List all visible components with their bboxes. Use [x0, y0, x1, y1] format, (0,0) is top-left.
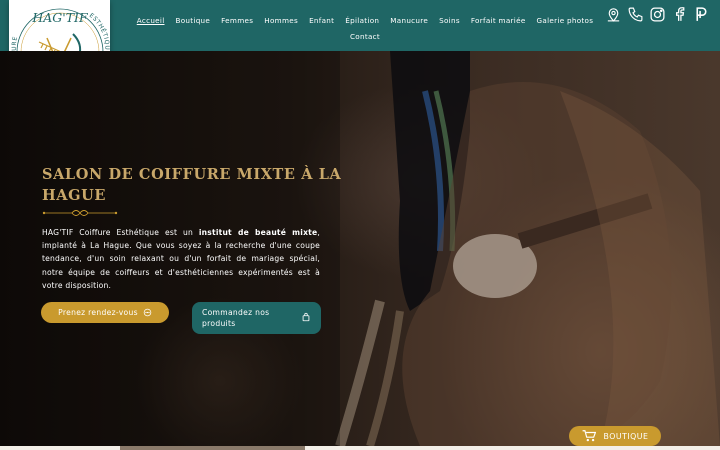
- bottom-section-image: [120, 446, 305, 450]
- social-links: [605, 6, 710, 23]
- nav-item-accueil[interactable]: Accueil: [131, 16, 170, 25]
- nav-item-contact[interactable]: Contact: [344, 32, 385, 41]
- nav-item-manucure[interactable]: Manucure: [385, 16, 434, 25]
- nav-item-galerie-photos[interactable]: Galerie photos: [531, 16, 599, 25]
- hero-banner: SALON DE COIFFURE MIXTE À LA HAGUE HAG'T…: [0, 51, 720, 446]
- phone-icon[interactable]: [627, 6, 644, 23]
- hero-description: HAG'TIF Coiffure Esthétique est un insti…: [42, 228, 320, 290]
- hero-title: SALON DE COIFFURE MIXTE À LA HAGUE: [42, 166, 342, 204]
- shopping-bag-icon: [302, 312, 310, 322]
- nav-item-femmes[interactable]: Femmes: [216, 16, 259, 25]
- instagram-icon[interactable]: [649, 6, 666, 23]
- ornament-divider: [42, 210, 118, 216]
- nav-item-soins[interactable]: Soins: [434, 16, 466, 25]
- nav-item-hommes[interactable]: Hommes: [259, 16, 304, 25]
- planity-icon[interactable]: [693, 6, 710, 23]
- floating-boutique-button[interactable]: BOUTIQUE: [569, 426, 661, 446]
- main-nav: Accueil Boutique Femmes Hommes Enfant Ép…: [137, 0, 593, 51]
- facebook-icon[interactable]: [671, 6, 688, 23]
- nav-item-epilation[interactable]: Épilation: [340, 16, 385, 25]
- nav-item-forfait-mariee[interactable]: Forfait mariée: [465, 16, 531, 25]
- bottom-section-edge: [0, 446, 720, 450]
- location-pin-icon[interactable]: [605, 6, 622, 23]
- shopping-cart-icon: [582, 430, 596, 442]
- order-products-button[interactable]: Commandez nos produits: [192, 302, 321, 334]
- book-appointment-button[interactable]: Prenez rendez-vous: [41, 302, 169, 323]
- svg-text:HAG'TIF: HAG'TIF: [31, 10, 89, 25]
- nav-item-boutique[interactable]: Boutique: [170, 16, 216, 25]
- nav-item-enfant[interactable]: Enfant: [304, 16, 340, 25]
- chat-icon: [143, 308, 152, 317]
